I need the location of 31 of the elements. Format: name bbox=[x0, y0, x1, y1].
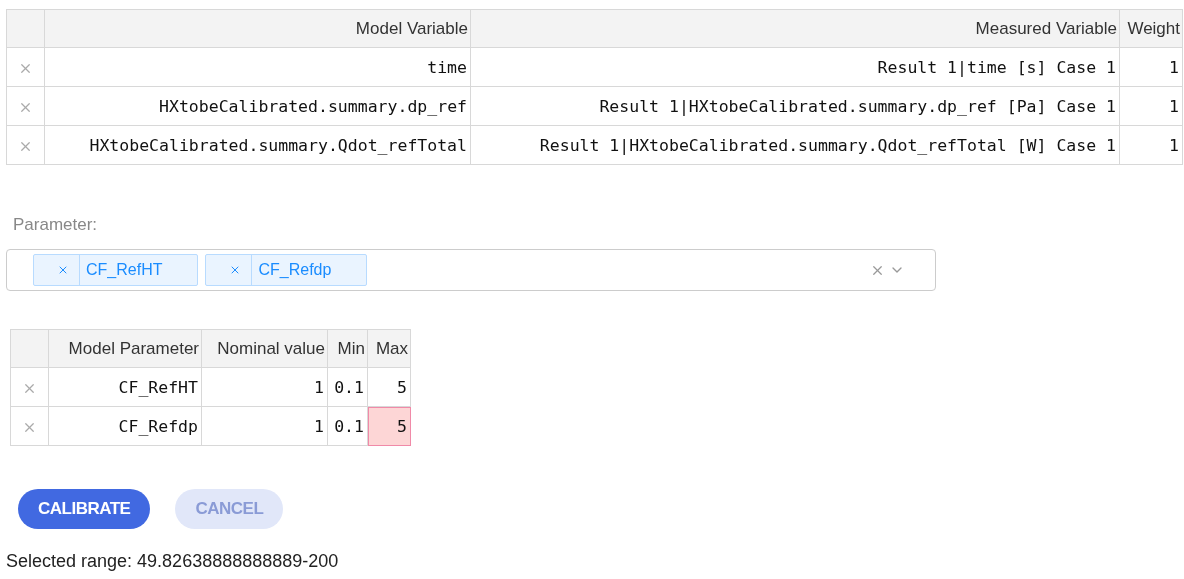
table-cell: 1 bbox=[201, 367, 328, 407]
table-cell: time bbox=[44, 47, 471, 87]
column-header: Measured Variable bbox=[470, 9, 1120, 48]
calibrate-button[interactable]: CALIBRATE bbox=[18, 489, 151, 529]
table-cell: 1 bbox=[1119, 86, 1183, 126]
remove-icon[interactable] bbox=[57, 264, 69, 276]
table-cell: Result 1|HXtobeCalibrated.summary.dp_ref [Pa] Case 1 bbox=[470, 86, 1120, 126]
table-cell: 0.1 bbox=[327, 406, 368, 446]
column-header: Nominal value bbox=[201, 329, 328, 368]
column-header: Model Parameter bbox=[48, 329, 202, 368]
column-header: Weight bbox=[1119, 9, 1183, 48]
table-cell: 1 bbox=[201, 406, 328, 446]
selected-range-text: Selected range: 49.82638888888889-200 bbox=[6, 551, 340, 572]
table-cell: HXtobeCalibrated.summary.Qdot_refTotal bbox=[44, 125, 471, 165]
table-cell: 1 bbox=[1119, 47, 1183, 87]
table-cell: 0.1 bbox=[327, 367, 368, 407]
column-header: Min bbox=[327, 329, 368, 368]
table-cell: 5 bbox=[367, 367, 411, 407]
table-cell: 5 bbox=[367, 406, 411, 446]
table-cell: 1 bbox=[1119, 125, 1183, 165]
field-label: Parameter: bbox=[13, 215, 99, 235]
column-header: Model Variable bbox=[44, 9, 471, 48]
table-cell: Result 1|time [s] Case 1 bbox=[470, 47, 1120, 87]
table-cell: Result 1|HXtobeCalibrated.summary.Qdot_refTotal [W] Case 1 bbox=[470, 125, 1120, 165]
parameter-select[interactable]: CF_RefHT CF_Refdp bbox=[6, 249, 936, 291]
column-header: Max bbox=[367, 329, 411, 368]
table-cell: CF_Refdp bbox=[48, 406, 202, 446]
parameter-chip[interactable]: CF_RefHT bbox=[33, 254, 199, 286]
parameter-chip[interactable]: CF_Refdp bbox=[205, 254, 368, 286]
table-cell: HXtobeCalibrated.summary.dp_ref bbox=[44, 86, 471, 126]
table-cell: CF_RefHT bbox=[48, 367, 202, 407]
